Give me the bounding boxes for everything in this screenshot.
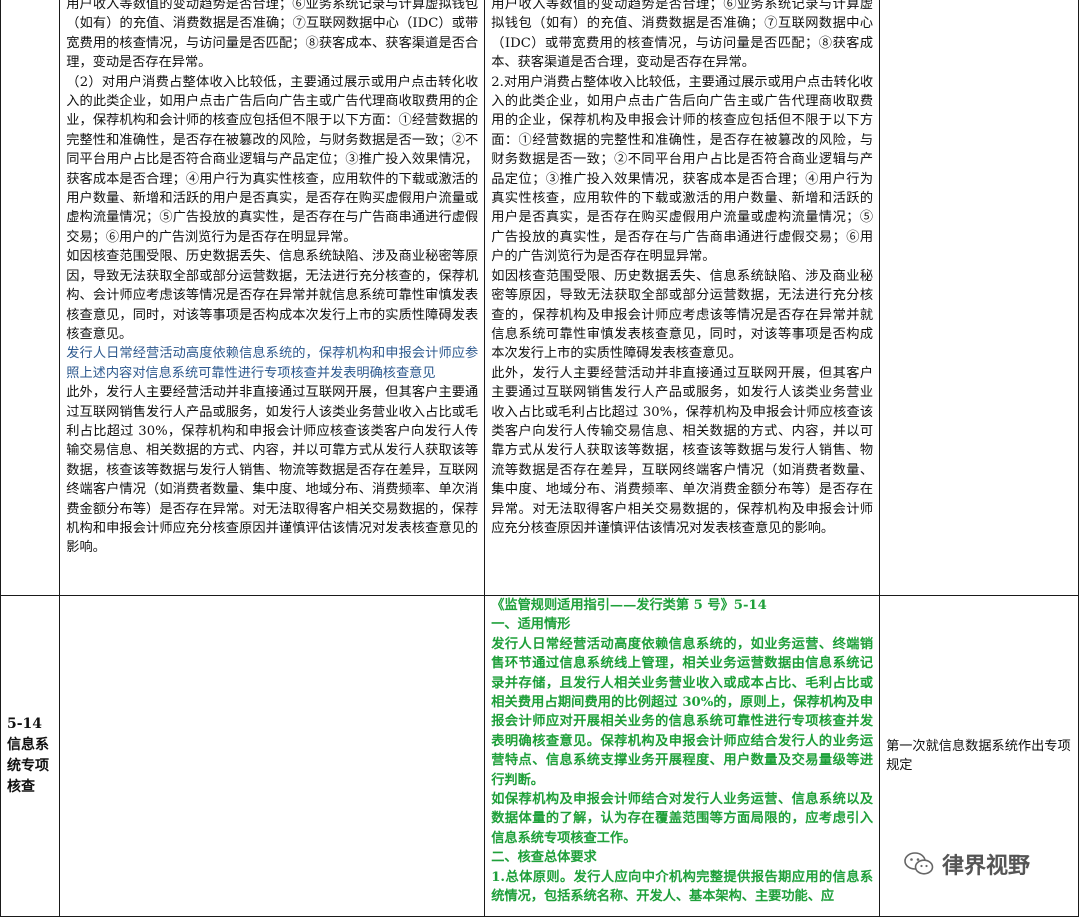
paragraph: 如保荐机构及申报会计师结合对发行人业务运营、信息系统以及数据体量的了解，认为存在… <box>491 792 874 846</box>
paragraph: （2）对用户消费占整体收入比较低，主要通过展示或用户点击转化收入的此类企业，如用… <box>66 74 479 245</box>
row1-new-rule-cell: 用户收入等数值的变动趋势是否合理；⑥业务系统记录与计算虚拟钱包（如有）的充值、消… <box>484 0 881 596</box>
paragraph: 2.对用户消费占整体收入比较低，主要通过展示或用户点击转化收入的此类企业，如用户… <box>491 74 874 265</box>
note-text: 第一次就信息数据系统作出专项规定 <box>886 738 1071 773</box>
paragraph: 发行人日常经营活动高度依赖信息系统的，如业务运营、终端销售环节通过信息系统线上管… <box>491 636 874 788</box>
paragraph: 用户收入等数值的变动趋势是否合理；⑥业务系统记录与计算虚拟钱包（如有）的充值、消… <box>66 0 479 71</box>
row2-label-cell: 5-14信息系统专项核查 <box>0 595 61 917</box>
paragraph: 1.总体原则。发行人应向中介机构完整提供报告期应用的信息系统情况，包括系统名称、… <box>491 869 874 905</box>
table-row: 用户收入等数值的变动趋势是否合理；⑥业务系统记录与计算虚拟钱包（如有）的充值、消… <box>0 0 1079 596</box>
section-label: 5-14信息系统专项核查 <box>7 716 49 795</box>
row2-new-rule-cell: 《监管规则适用指引——发行类第 5 号》5-14 一、适用情形发行人日常经营活动高… <box>484 595 881 917</box>
paragraph: 一、适用情形 <box>491 617 571 633</box>
row1-note-cell <box>879 0 1079 596</box>
row2-old-rule-cell <box>59 595 486 917</box>
paragraph: 如因核查范围受限、历史数据丢失、信息系统缺陷、涉及商业秘密等原因，导致无法获取全… <box>66 249 479 342</box>
paragraph: 《监管规则适用指引——发行类第 5 号》5-14 <box>491 598 767 613</box>
paragraph: 发行人日常经营活动高度依赖信息系统的，保荐机构和申报会计师应参照上述内容对信息系… <box>66 346 479 381</box>
paragraph: 用户收入等数值的变动趋势是否合理；⑥业务系统记录与计算虚拟钱包（如有）的充值、消… <box>491 0 874 71</box>
row1-old-rule-cell: 用户收入等数值的变动趋势是否合理；⑥业务系统记录与计算虚拟钱包（如有）的充值、消… <box>59 0 486 596</box>
paragraph: 如因核查范围受限、历史数据丢失、信息系统缺陷、涉及商业秘密等原因，导致无法获取全… <box>491 268 874 362</box>
paragraph: 此外，发行人主要经营活动并非直接通过互联网开展，但其客户主要通过互联网销售发行人… <box>66 385 479 556</box>
paragraph: 此外，发行人主要经营活动并非直接通过互联网开展，但其客户主要通过互联网销售发行人… <box>491 365 874 536</box>
comparison-table: 用户收入等数值的变动趋势是否合理；⑥业务系统记录与计算虚拟钱包（如有）的充值、消… <box>0 0 1079 917</box>
watermark-text: 律界视野 <box>942 854 1031 879</box>
wechat-icon <box>904 852 934 875</box>
row1-label-cell <box>0 0 61 596</box>
watermark: 律界视野 <box>904 848 1030 880</box>
paragraph: 二、核查总体要求 <box>491 850 597 866</box>
